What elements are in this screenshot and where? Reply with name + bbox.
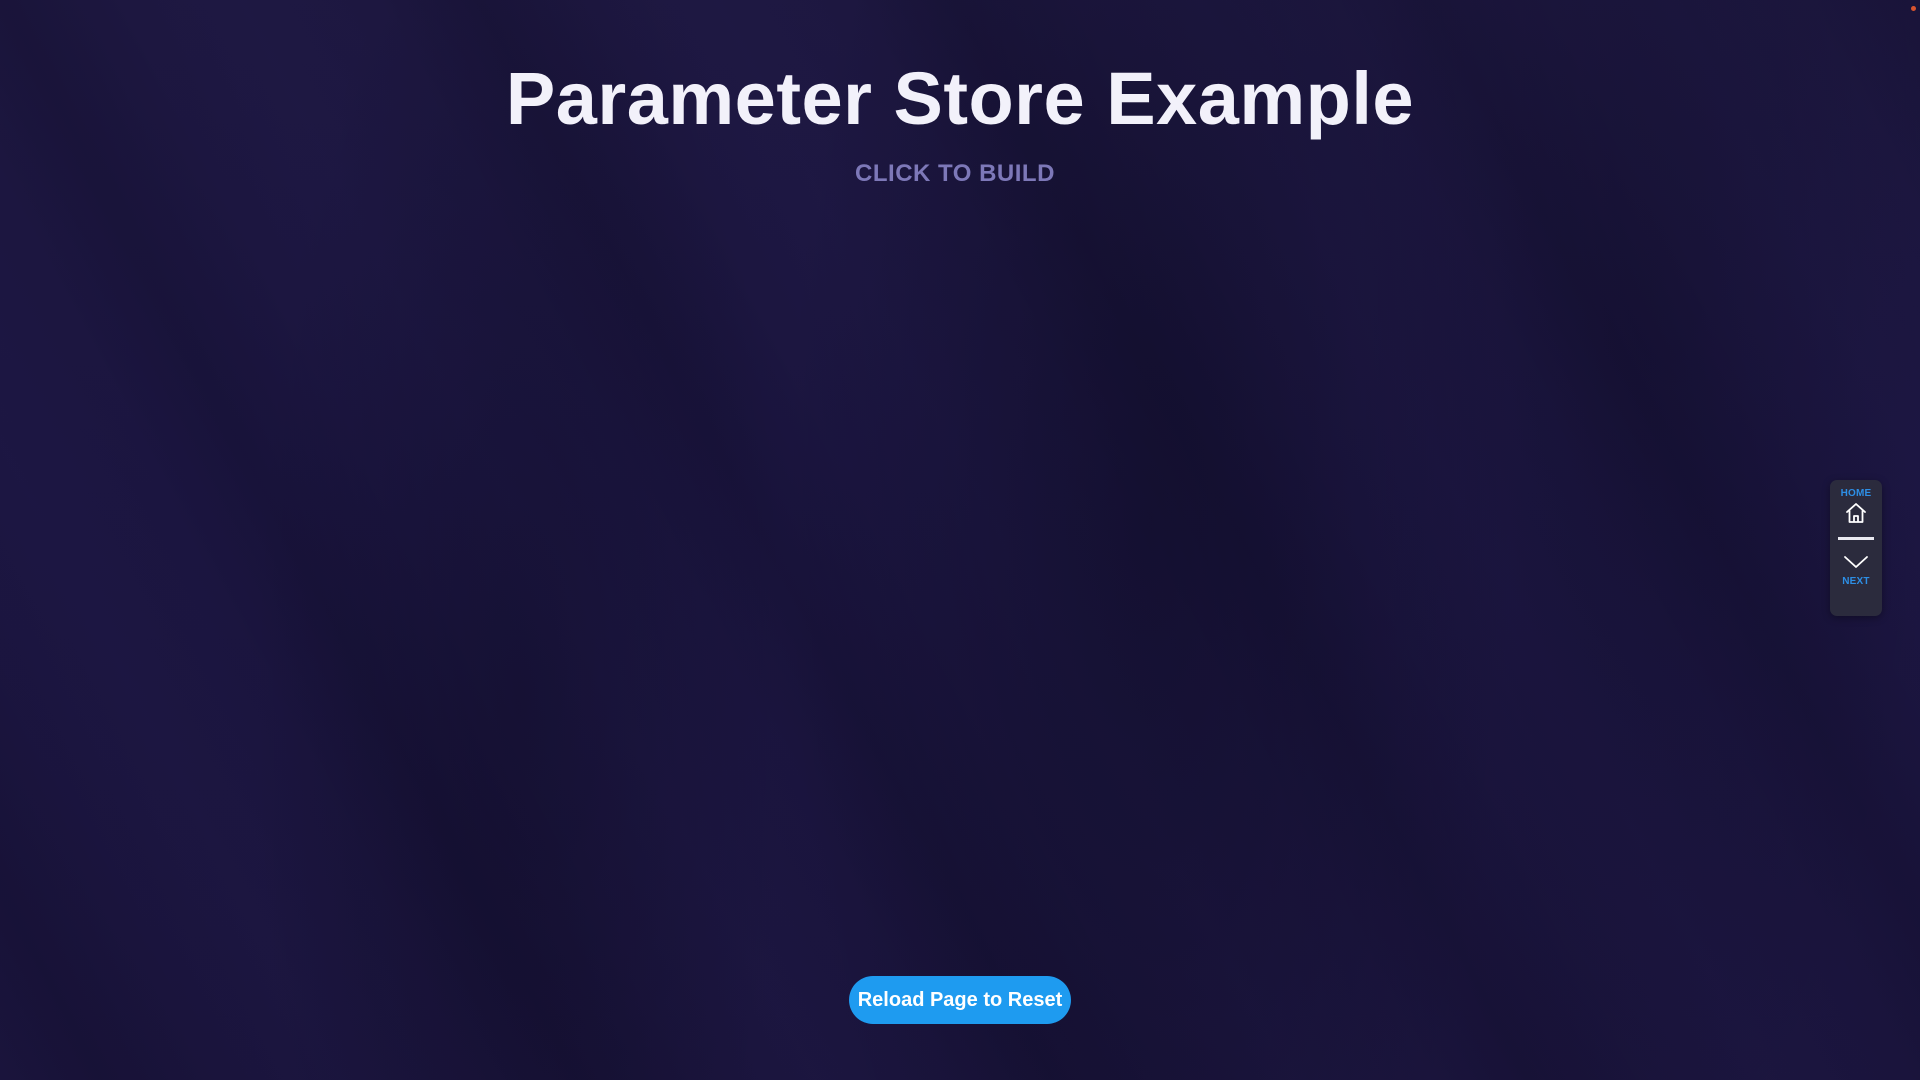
slide-navigation-panel: HOME NEXT <box>1830 480 1882 616</box>
nav-home-button[interactable]: HOME <box>1841 488 1872 527</box>
build-prompt[interactable]: CLICK TO BUILD <box>0 160 1910 188</box>
page-title: Parameter Store Example <box>505 57 1415 140</box>
reload-reset-button[interactable]: Reload Page to Reset <box>849 976 1071 1024</box>
nav-next-label: NEXT <box>1842 576 1870 587</box>
home-icon <box>1842 499 1870 527</box>
chevron-down-icon <box>1842 548 1870 576</box>
nav-home-label: HOME <box>1840 488 1872 499</box>
nav-divider <box>1838 537 1874 540</box>
nav-next-button[interactable]: NEXT <box>1842 548 1870 587</box>
status-indicator-dot <box>1911 6 1916 11</box>
